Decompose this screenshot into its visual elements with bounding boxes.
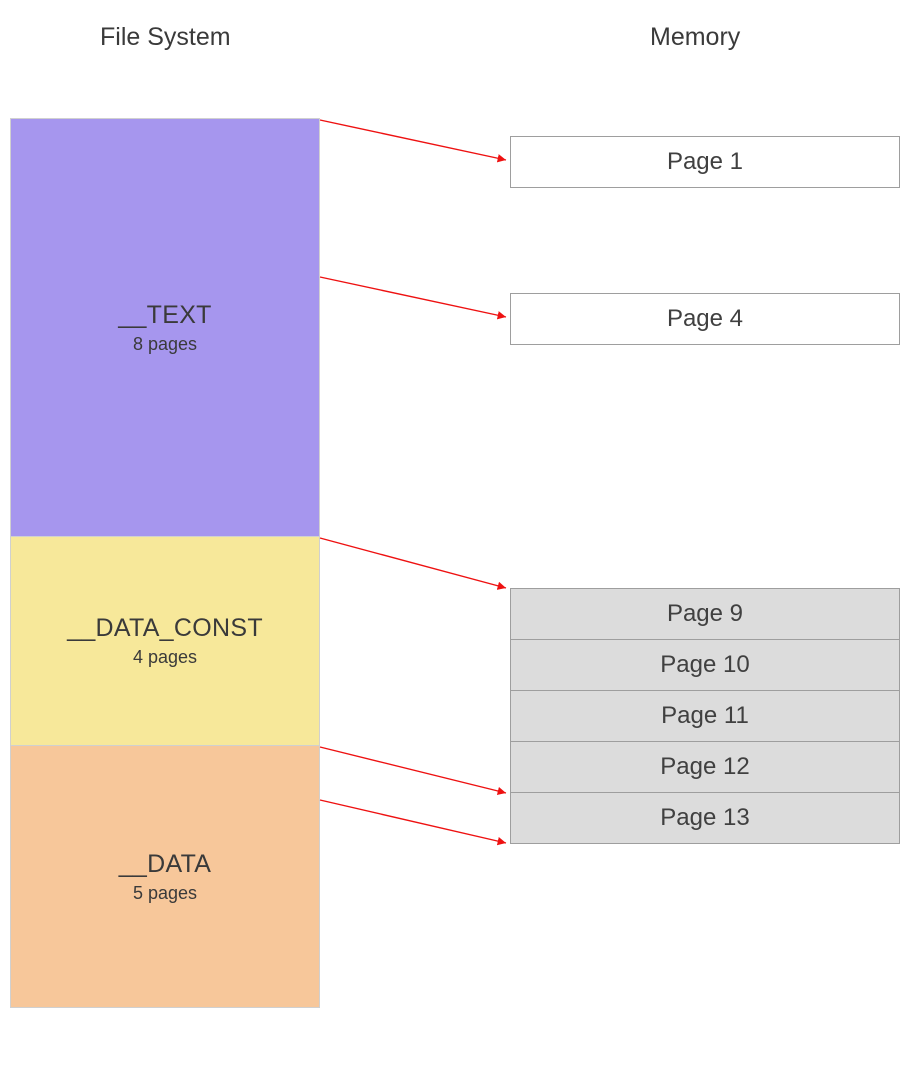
memory-header: Memory [650,23,740,52]
arrow-dataconst-to-page12 [320,747,506,793]
segment-data-pages: 5 pages [133,883,197,904]
segment-data-const-name: __DATA_CONST [67,614,263,643]
arrow-text-to-page1 [320,120,506,160]
arrow-text-to-page4 [320,277,506,317]
segment-text-pages: 8 pages [133,334,197,355]
segment-text: __TEXT 8 pages [11,119,319,537]
arrow-dataconst-to-page9 [320,538,506,588]
segment-data-name: __DATA [119,850,212,879]
segment-text-name: __TEXT [118,301,212,330]
memory-page-4: Page 4 [510,293,900,345]
memory-page-11: Page 11 [510,690,900,742]
memory-page-1: Page 1 [510,136,900,188]
segment-memory-diagram: File System Memory __TEXT 8 pages __DATA… [0,0,906,1090]
arrow-data-to-page13 [320,800,506,843]
memory-page-10: Page 10 [510,639,900,691]
memory-page-13: Page 13 [510,792,900,844]
filesystem-header: File System [100,23,231,52]
memory-page-12: Page 12 [510,741,900,793]
memory-page-9: Page 9 [510,588,900,640]
segment-data-const-pages: 4 pages [133,647,197,668]
segment-data: __DATA 5 pages [11,746,319,1007]
filesystem-column: __TEXT 8 pages __DATA_CONST 4 pages __DA… [10,118,320,1008]
segment-data-const: __DATA_CONST 4 pages [11,537,319,746]
